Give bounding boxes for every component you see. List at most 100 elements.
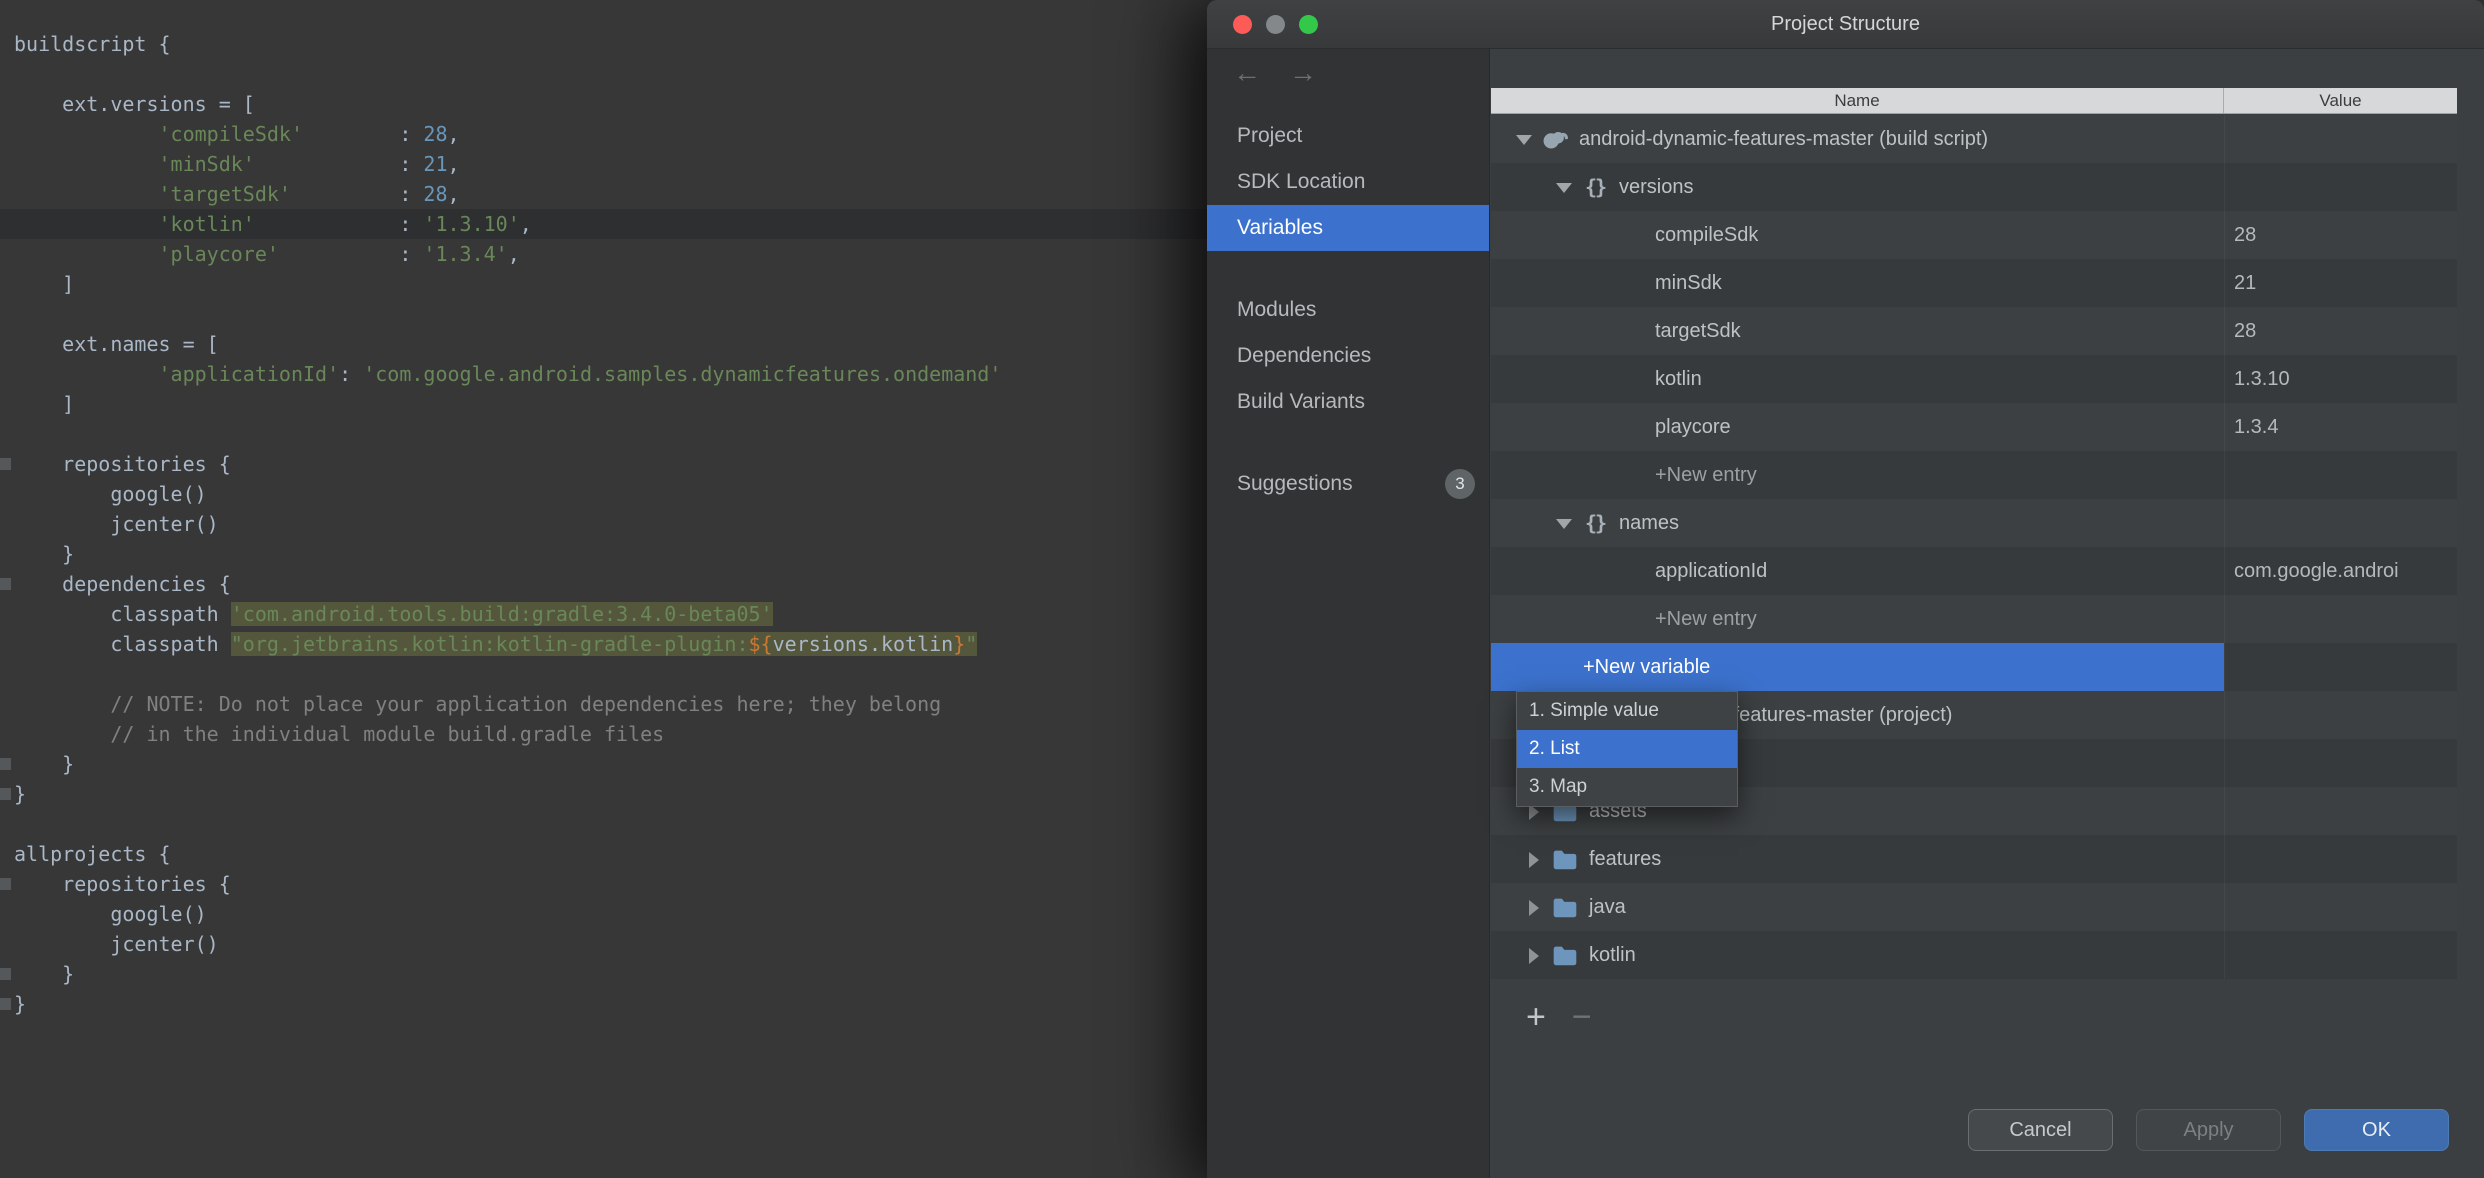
dialog-button-bar: Cancel Apply OK xyxy=(1968,1109,2449,1151)
dialog-titlebar[interactable]: Project Structure xyxy=(1207,0,2484,49)
table-row-features[interactable]: features xyxy=(1491,835,2457,883)
fold-marker-icon[interactable] xyxy=(0,788,11,800)
back-arrow-icon[interactable]: ← xyxy=(1233,57,1261,89)
forward-arrow-icon[interactable]: → xyxy=(1289,57,1317,89)
history-nav: ← → xyxy=(1207,49,1489,97)
code-token: repositories { xyxy=(14,452,231,476)
code-line: classpath 'com.android.tools.build:gradl… xyxy=(14,599,1207,629)
name-cell: applicationId xyxy=(1491,547,2224,595)
table-row-versions[interactable]: {} versions xyxy=(1491,163,2457,211)
fold-marker-icon[interactable] xyxy=(0,458,11,470)
code-token: 'com.android.tools.build:gradle:3.4.0-be… xyxy=(230,602,773,626)
popup-item-1-simple-value[interactable]: 1. Simple value xyxy=(1517,692,1737,730)
sidebar-item-sdk-location[interactable]: SDK Location xyxy=(1207,159,1489,205)
code-token: : xyxy=(339,362,364,386)
chevron-right-icon[interactable] xyxy=(1525,851,1541,868)
code-area: buildscript { ext.versions = [ 'compileS… xyxy=(0,29,1207,1019)
braces-icon: {} xyxy=(1584,511,1607,535)
value-cell[interactable]: 21 xyxy=(2224,259,2457,307)
table-row-minsdk[interactable]: minSdk 21 xyxy=(1491,259,2457,307)
fold-marker-icon[interactable] xyxy=(0,578,11,590)
suggestions-count-badge: 3 xyxy=(1445,469,1475,499)
sidebar-item-dependencies[interactable]: Dependencies xyxy=(1207,333,1489,379)
tree-toolbar: + − xyxy=(1526,997,1592,1037)
value-cell[interactable]: 28 xyxy=(2224,211,2457,259)
value-cell[interactable]: com.google.androi xyxy=(2224,547,2457,595)
sidebar-item-suggestions[interactable]: Suggestions 3 xyxy=(1207,461,1489,507)
chevron-right-icon[interactable] xyxy=(1525,899,1541,916)
node-label: +New entry xyxy=(1655,463,1757,486)
code-line: } xyxy=(0,989,1207,1019)
value-cell xyxy=(2224,691,2457,739)
chevron-down-icon[interactable] xyxy=(1515,131,1532,147)
code-line: google() xyxy=(14,899,1207,929)
value-text: 28 xyxy=(2234,223,2257,246)
table-row-java[interactable]: java xyxy=(1491,883,2457,931)
value-cell[interactable]: 1.3.10 xyxy=(2224,355,2457,403)
code-token: "org.jetbrains.kotlin:kotlin-gradle-plug… xyxy=(230,632,749,656)
zoom-button[interactable] xyxy=(1299,14,1318,34)
node-label: +New variable xyxy=(1583,655,1711,678)
ok-button[interactable]: OK xyxy=(2304,1109,2449,1151)
fold-marker-icon[interactable] xyxy=(0,968,11,980)
code-line: 'playcore' : '1.3.4', xyxy=(14,239,1207,269)
fold-marker-icon[interactable] xyxy=(0,998,11,1010)
value-cell xyxy=(2224,835,2457,883)
value-text: 28 xyxy=(2234,319,2257,342)
table-row-targetsdk[interactable]: targetSdk 28 xyxy=(1491,307,2457,355)
chevron-down-icon[interactable] xyxy=(1555,515,1572,531)
code-line: repositories { xyxy=(0,449,1207,479)
remove-button[interactable]: − xyxy=(1572,997,1592,1037)
value-cell xyxy=(2224,115,2457,163)
table-row-names[interactable]: {} names xyxy=(1491,499,2457,547)
code-token: 28 xyxy=(423,182,448,206)
code-token: ext.versions = [ xyxy=(14,92,255,116)
code-line: ] xyxy=(14,269,1207,299)
popup-item-2-list[interactable]: 2. List xyxy=(1517,730,1737,768)
popup-item-3-map[interactable]: 3. Map xyxy=(1517,768,1737,806)
chevron-right-icon[interactable] xyxy=(1525,947,1541,964)
dialog-main: Name Value android-dynamic-features-mast… xyxy=(1490,49,2484,1178)
dialog-sidebar: ← → Project SDK Location Variables Modules D… xyxy=(1207,49,1490,1178)
table-row-playcore[interactable]: playcore 1.3.4 xyxy=(1491,403,2457,451)
sidebar-item-variables[interactable]: Variables xyxy=(1207,205,1489,251)
sidebar-nav: Project SDK Location Variables Modules Depen… xyxy=(1207,113,1489,507)
table-row-new-variable[interactable]: +New variable xyxy=(1491,643,2457,691)
project-structure-dialog: Project Structure ← → Project SDK Locatio… xyxy=(1207,0,2484,1178)
chevron-down-icon[interactable] xyxy=(1555,179,1572,195)
sidebar-item-build-variants[interactable]: Build Variants xyxy=(1207,379,1489,425)
table-row-kotlin[interactable]: kotlin xyxy=(1491,931,2457,979)
value-cell[interactable]: 1.3.4 xyxy=(2224,403,2457,451)
add-button[interactable]: + xyxy=(1526,997,1546,1037)
table-row-android-dynamic-features-master-build-script[interactable]: android-dynamic-features-master (build s… xyxy=(1491,115,2457,163)
code-token: google() xyxy=(14,902,207,926)
node-label: java xyxy=(1589,895,1626,918)
table-row-new-entry[interactable]: +New entry xyxy=(1491,451,2457,499)
table-row-new-entry[interactable]: +New entry xyxy=(1491,595,2457,643)
table-row-compilesdk[interactable]: compileSdk 28 xyxy=(1491,211,2457,259)
folder-icon xyxy=(1550,945,1580,966)
apply-button[interactable]: Apply xyxy=(2136,1109,2281,1151)
table-row-applicationid[interactable]: applicationId com.google.androi xyxy=(1491,547,2457,595)
node-label: kotlin xyxy=(1655,367,1702,390)
value-cell xyxy=(2224,163,2457,211)
code-token: jcenter() xyxy=(14,512,219,536)
code-token: : xyxy=(254,152,424,176)
cancel-button[interactable]: Cancel xyxy=(1968,1109,2113,1151)
fold-marker-icon[interactable] xyxy=(0,758,11,770)
code-line: 'applicationId': 'com.google.android.sam… xyxy=(14,359,1207,389)
sidebar-item-project[interactable]: Project xyxy=(1207,113,1489,159)
code-token: // in the individual module build.gradle… xyxy=(14,722,665,746)
code-token: , xyxy=(507,242,520,266)
node-label: applicationId xyxy=(1655,559,1768,582)
traffic-lights xyxy=(1233,0,1318,48)
sidebar-item-modules[interactable]: Modules xyxy=(1207,287,1489,333)
code-token: 'playcore' xyxy=(158,242,279,266)
table-row-kotlin[interactable]: kotlin 1.3.10 xyxy=(1491,355,2457,403)
code-token: : xyxy=(303,122,424,146)
value-cell[interactable]: 28 xyxy=(2224,307,2457,355)
fold-marker-icon[interactable] xyxy=(0,878,11,890)
close-button[interactable] xyxy=(1233,14,1252,34)
node-label: features xyxy=(1589,847,1662,870)
